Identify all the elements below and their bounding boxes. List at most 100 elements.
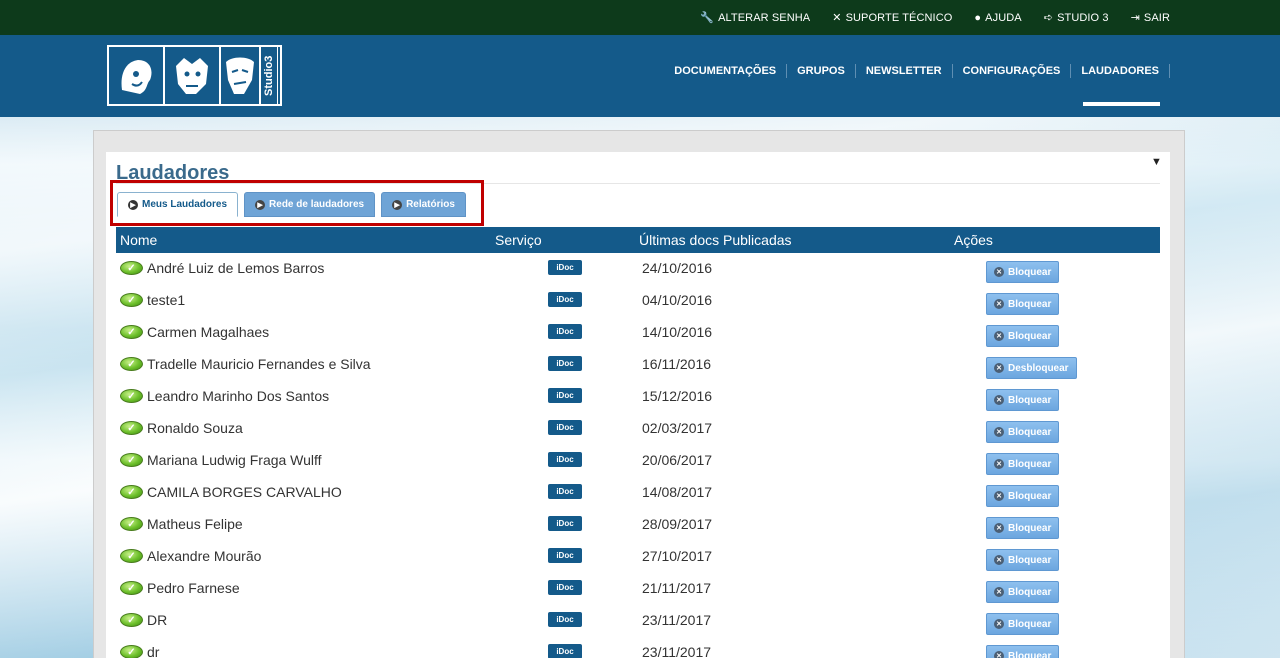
nav-item-0[interactable]: DOCUMENTAÇÕES bbox=[674, 64, 788, 78]
topbar-link-label: AJUDA bbox=[985, 11, 1022, 24]
arrow-right-icon: ➪ bbox=[1043, 12, 1054, 24]
column-header-servico: Serviço bbox=[495, 232, 542, 248]
table-row: ✓ Ronaldo Souza iDoc 02/03/2017 ✕ Bloquear bbox=[116, 414, 1160, 446]
block-button[interactable]: ✕ Bloquear bbox=[986, 453, 1060, 475]
nav-item-1[interactable]: GRUPOS bbox=[787, 64, 856, 78]
nav-item-4[interactable]: LAUDADORES bbox=[1071, 64, 1170, 78]
row-name: DR bbox=[147, 612, 168, 628]
nav-active-underline bbox=[1083, 102, 1160, 106]
block-button[interactable]: ✕ Bloquear bbox=[986, 389, 1060, 411]
close-circle-icon: ✕ bbox=[994, 619, 1004, 629]
service-badge-idoc: iDoc bbox=[548, 516, 582, 531]
table-row: ✓ Alexandre Mourão iDoc 27/10/2017 ✕ Bloquear bbox=[116, 542, 1160, 574]
check-status-icon: ✓ bbox=[120, 613, 143, 627]
row-date: 15/12/2016 bbox=[642, 388, 713, 404]
row-date: 28/09/2017 bbox=[642, 516, 713, 532]
row-name: CAMILA BORGES CARVALHO bbox=[147, 484, 342, 500]
block-button[interactable]: ✕ Bloquear bbox=[986, 517, 1060, 539]
close-circle-icon: ✕ bbox=[994, 427, 1004, 437]
row-date: 24/10/2016 bbox=[642, 260, 713, 276]
close-circle-icon: ✕ bbox=[994, 267, 1004, 277]
main-nav: DOCUMENTAÇÕES GRUPOS NEWSLETTER CONFIGURAÇÕ… bbox=[674, 64, 1170, 78]
service-badge-idoc: iDoc bbox=[548, 484, 582, 499]
block-button[interactable]: ✕ Bloquear bbox=[986, 485, 1060, 507]
table-row: ✓ Leandro Marinho Dos Santos iDoc 15/12/201… bbox=[116, 382, 1160, 414]
action-label: Bloquear bbox=[1008, 330, 1052, 342]
table-row: ✓ CAMILA BORGES CARVALHO iDoc 14/08/2017 ✕ Bl… bbox=[116, 478, 1160, 510]
block-button[interactable]: ✕ Bloquear bbox=[986, 645, 1060, 658]
nav-item-3[interactable]: CONFIGURAÇÕES bbox=[953, 64, 1072, 78]
close-circle-icon: ✕ bbox=[994, 587, 1004, 597]
row-date: 02/03/2017 bbox=[642, 420, 713, 436]
row-name: Leandro Marinho Dos Santos bbox=[147, 388, 330, 404]
topbar-link-0[interactable]: 🔧 ALTERAR SENHA bbox=[700, 11, 810, 25]
close-circle-icon: ✕ bbox=[994, 459, 1004, 469]
topbar-link-2[interactable]: ● AJUDA bbox=[974, 12, 1021, 24]
action-label: Bloquear bbox=[1008, 586, 1052, 598]
table-row: ✓ Matheus Felipe iDoc 28/09/2017 ✕ Bloquear bbox=[116, 510, 1160, 542]
face-icon bbox=[109, 47, 165, 104]
row-name-cell: ✓ Pedro Farnese bbox=[120, 580, 240, 596]
row-name: Alexandre Mourão bbox=[147, 548, 262, 564]
action-label: Bloquear bbox=[1008, 426, 1052, 438]
row-name-cell: ✓ teste1 bbox=[120, 292, 185, 308]
action-label: Bloquear bbox=[1008, 458, 1052, 470]
table-row: ✓ Tradelle Mauricio Fernandes e Silva iDoc… bbox=[116, 350, 1160, 382]
check-status-icon: ✓ bbox=[120, 357, 143, 371]
row-name: Pedro Farnese bbox=[147, 580, 240, 596]
service-badge-idoc: iDoc bbox=[548, 356, 582, 371]
row-date: 27/10/2017 bbox=[642, 548, 713, 564]
column-header-ultimas-docs: Últimas docs Publicadas bbox=[639, 232, 792, 248]
unblock-button[interactable]: ✕ Desbloquear bbox=[986, 357, 1077, 379]
close-circle-icon: ✕ bbox=[994, 651, 1004, 658]
check-status-icon: ✓ bbox=[120, 549, 143, 563]
row-name: Mariana Ludwig Fraga Wulff bbox=[147, 452, 322, 468]
block-button[interactable]: ✕ Bloquear bbox=[986, 613, 1060, 635]
table-row: ✓ dr iDoc 23/11/2017 ✕ Bloquear bbox=[116, 638, 1160, 658]
column-header-nome: Nome bbox=[120, 232, 158, 248]
action-label: Bloquear bbox=[1008, 554, 1052, 566]
face-icon bbox=[221, 47, 261, 104]
nav-item-2[interactable]: NEWSLETTER bbox=[856, 64, 953, 78]
topbar-link-label: SUPORTE TÉCNICO bbox=[845, 11, 953, 24]
filter-icon[interactable]: ▼ bbox=[1151, 156, 1162, 168]
logout-icon: ⇥ bbox=[1130, 12, 1140, 24]
block-button[interactable]: ✕ Bloquear bbox=[986, 421, 1060, 443]
topbar-link-1[interactable]: ✕ SUPORTE TÉCNICO bbox=[832, 11, 953, 25]
check-status-icon: ✓ bbox=[120, 421, 143, 435]
studio3-logo[interactable]: Studio3 bbox=[107, 45, 282, 106]
block-button[interactable]: ✕ Bloquear bbox=[986, 293, 1060, 315]
block-button[interactable]: ✕ Bloquear bbox=[986, 261, 1060, 283]
row-date: 23/11/2017 bbox=[642, 644, 712, 658]
table-row: ✓ teste1 iDoc 04/10/2016 ✕ Bloquear bbox=[116, 286, 1160, 318]
topbar-link-label: SAIR bbox=[1143, 11, 1170, 24]
row-name: Ronaldo Souza bbox=[147, 420, 243, 436]
action-label: Bloquear bbox=[1008, 650, 1052, 658]
close-circle-icon: ✕ bbox=[994, 363, 1004, 373]
topbar-link-label: STUDIO 3 bbox=[1057, 11, 1109, 24]
check-status-icon: ✓ bbox=[120, 293, 143, 307]
row-date: 14/08/2017 bbox=[642, 484, 713, 500]
service-badge-idoc: iDoc bbox=[548, 644, 582, 658]
service-badge-idoc: iDoc bbox=[548, 324, 582, 339]
row-date: 14/10/2016 bbox=[642, 324, 713, 340]
block-button[interactable]: ✕ Bloquear bbox=[986, 325, 1060, 347]
row-date: 16/11/2016 bbox=[642, 356, 712, 372]
row-date: 04/10/2016 bbox=[642, 292, 713, 308]
service-badge-idoc: iDoc bbox=[548, 580, 582, 595]
check-status-icon: ✓ bbox=[120, 453, 143, 467]
top-utility-bar: 🔧 ALTERAR SENHA ✕ SUPORTE TÉCNICO ● AJUDA ➪ STU… bbox=[0, 0, 1280, 35]
check-status-icon: ✓ bbox=[120, 645, 143, 658]
row-date: 20/06/2017 bbox=[642, 452, 713, 468]
wrench-icon: 🔧 bbox=[700, 12, 715, 24]
topbar-link-4[interactable]: ⇥ SAIR bbox=[1130, 11, 1170, 25]
action-label: Bloquear bbox=[1008, 618, 1052, 630]
block-button[interactable]: ✕ Bloquear bbox=[986, 581, 1060, 603]
row-name: dr bbox=[147, 644, 160, 658]
close-circle-icon: ✕ bbox=[994, 523, 1004, 533]
service-badge-idoc: iDoc bbox=[548, 548, 582, 563]
check-status-icon: ✓ bbox=[120, 261, 143, 275]
service-badge-idoc: iDoc bbox=[548, 260, 582, 275]
topbar-link-3[interactable]: ➪ STUDIO 3 bbox=[1043, 11, 1109, 25]
block-button[interactable]: ✕ Bloquear bbox=[986, 549, 1060, 571]
